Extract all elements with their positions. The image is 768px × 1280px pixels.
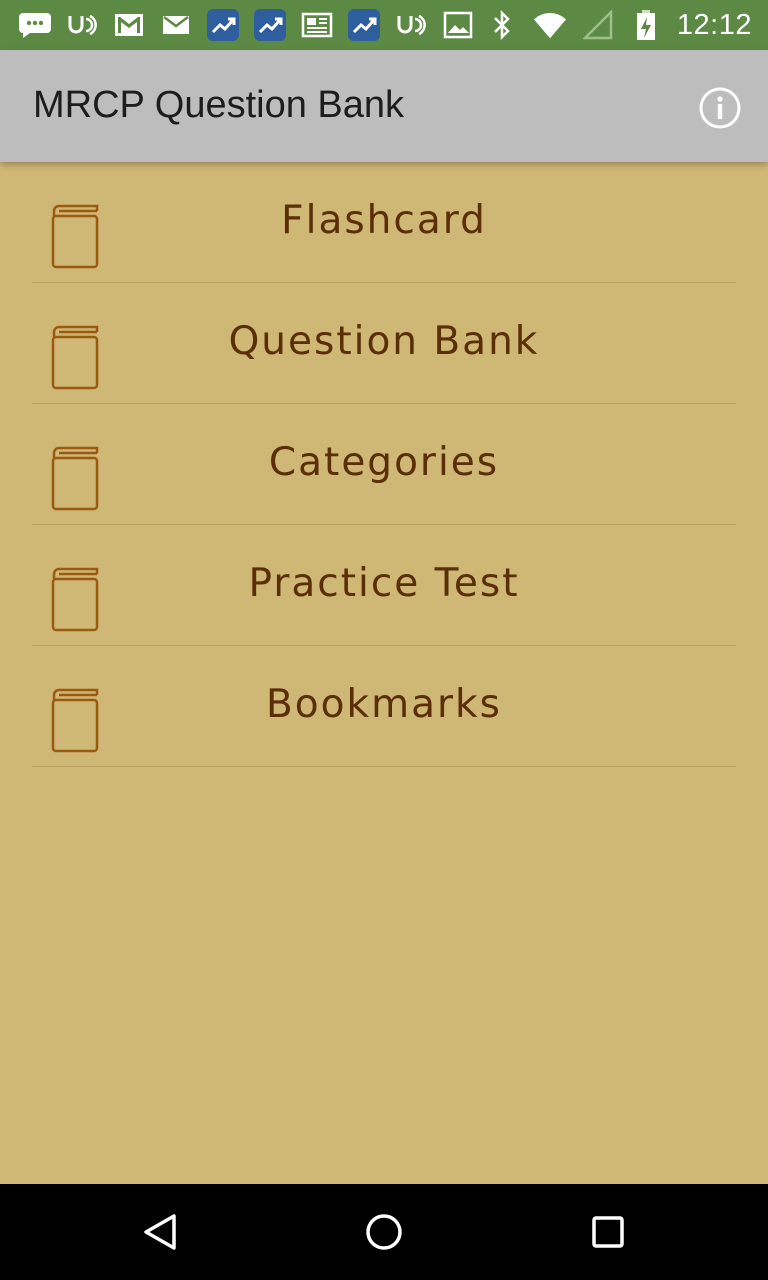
recents-square-icon bbox=[592, 1216, 624, 1248]
app-title: MRCP Question Bank bbox=[33, 84, 405, 126]
bluetooth-icon bbox=[485, 8, 519, 42]
info-icon bbox=[699, 87, 741, 129]
menu-item-categories[interactable]: Categories bbox=[32, 404, 736, 525]
menu-item-flashcard[interactable]: Flashcard bbox=[32, 162, 736, 283]
clock: 12:12 bbox=[676, 8, 752, 41]
menu-item-label: Bookmarks bbox=[266, 682, 502, 727]
hearing-icon bbox=[65, 8, 99, 42]
main-menu: Flashcard Question Bank Categories Pract… bbox=[32, 162, 736, 767]
navigation-bar bbox=[0, 1184, 768, 1280]
mail-icon bbox=[159, 8, 193, 42]
menu-item-label: Practice Test bbox=[248, 561, 520, 606]
home-button[interactable] bbox=[360, 1208, 408, 1256]
menu-item-bookmarks[interactable]: Bookmarks bbox=[32, 646, 736, 767]
menu-item-label: Categories bbox=[268, 440, 500, 485]
news-icon bbox=[300, 8, 334, 42]
battery-charging-icon bbox=[629, 8, 663, 42]
recents-button[interactable] bbox=[584, 1208, 632, 1256]
menu-item-question-bank[interactable]: Question Bank bbox=[32, 283, 736, 404]
gmail-icon bbox=[112, 8, 146, 42]
system-icons: 12:12 bbox=[485, 8, 752, 42]
back-triangle-icon bbox=[144, 1214, 176, 1250]
message-bubble-icon bbox=[18, 8, 52, 42]
signal-icon bbox=[581, 8, 615, 42]
back-button[interactable] bbox=[136, 1208, 184, 1256]
home-circle-icon bbox=[366, 1214, 402, 1250]
notification-icons bbox=[18, 8, 475, 42]
menu-item-label: Flashcard bbox=[281, 198, 487, 243]
wifi-icon bbox=[533, 8, 567, 42]
app-bar: MRCP Question Bank bbox=[0, 50, 768, 162]
status-bar: 12:12 bbox=[0, 0, 768, 50]
menu-item-practice-test[interactable]: Practice Test bbox=[32, 525, 736, 646]
hearing-icon bbox=[394, 8, 428, 42]
stocks-app-icon bbox=[253, 8, 287, 42]
photo-icon bbox=[441, 8, 475, 42]
menu-item-label: Question Bank bbox=[228, 319, 540, 364]
stocks-app-icon bbox=[347, 8, 381, 42]
stocks-app-icon bbox=[206, 8, 240, 42]
info-button[interactable] bbox=[696, 84, 744, 132]
